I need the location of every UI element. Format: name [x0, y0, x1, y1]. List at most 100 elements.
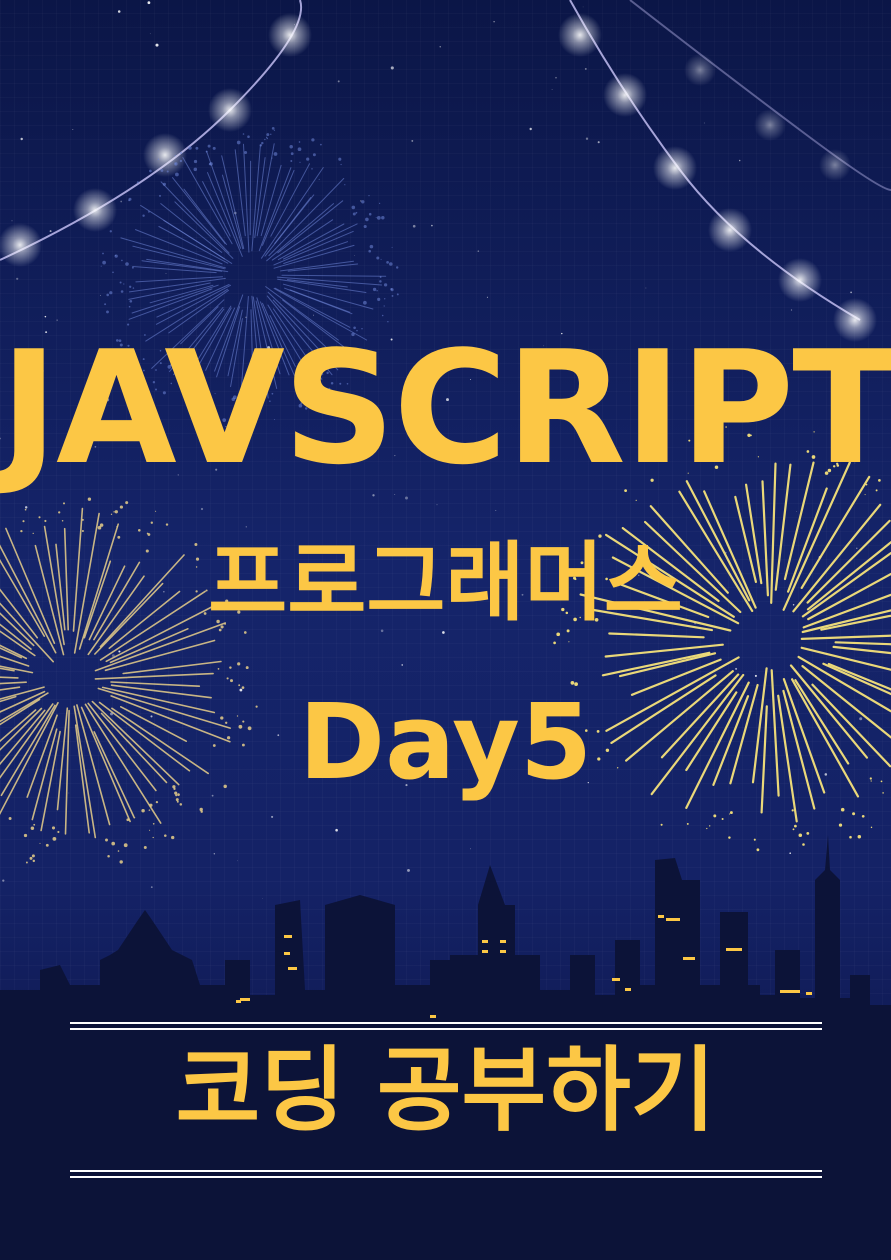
firework-spark [176, 800, 179, 803]
firework-spark [200, 810, 203, 813]
firework-spark [383, 283, 388, 287]
firework-ray [282, 283, 374, 310]
firework-spark [51, 826, 56, 830]
firework-spark [45, 843, 49, 847]
firework-spark [798, 833, 803, 838]
firework-spark [355, 211, 358, 214]
firework-spark [30, 826, 35, 830]
firework-spark [340, 163, 342, 166]
firework-spark [361, 200, 365, 204]
firework-spark [391, 294, 394, 297]
firework-spark [152, 822, 155, 825]
firework-spark [226, 677, 229, 680]
firework-spark [372, 287, 377, 292]
star [72, 129, 74, 130]
firework-spark [104, 303, 107, 306]
firework-ray [0, 676, 19, 679]
firework-spark [105, 838, 108, 842]
firework-spark [806, 831, 810, 835]
firework-spark [384, 298, 386, 300]
firework-spark [52, 837, 57, 841]
star [150, 886, 153, 888]
light-bulb [208, 88, 252, 132]
star [585, 137, 589, 140]
star [337, 80, 340, 83]
firework-spark [380, 258, 382, 260]
light-bulb [558, 13, 602, 57]
firework-spark [369, 244, 374, 249]
firework-spark [62, 502, 66, 505]
firework-spark [217, 668, 220, 670]
firework-spark [149, 829, 151, 831]
firework-spark [553, 641, 556, 645]
firework-spark [58, 511, 61, 514]
firework-spark [171, 835, 175, 840]
star [411, 139, 414, 142]
firework-spark [166, 170, 169, 173]
firework-spark [126, 818, 130, 822]
poster: JAVSCRIPT 프로그래머스 Day5 코딩 공부하기 [0, 0, 891, 1260]
firework-spark [379, 280, 382, 283]
firework-spark [32, 859, 36, 863]
firework-spark [157, 158, 160, 160]
star [2, 879, 5, 882]
firework-spark [230, 679, 233, 683]
firework-spark [241, 686, 245, 689]
firework-spark [706, 827, 708, 830]
firework-spark [102, 252, 104, 255]
firework-ray [280, 260, 354, 272]
firework-spark [164, 834, 167, 837]
firework-spark [311, 138, 315, 142]
firework-ray [160, 181, 230, 254]
star [120, 200, 123, 203]
firework-ray [110, 681, 201, 688]
firework-spark [379, 276, 382, 278]
firework-spark [142, 214, 145, 217]
firework-spark [116, 526, 118, 528]
firework-spark [271, 157, 273, 159]
firework-spark [365, 217, 369, 222]
firework-spark [149, 803, 153, 807]
firework-ray [834, 641, 891, 646]
star [354, 255, 355, 256]
firework-spark [8, 817, 12, 820]
firework-spark [112, 271, 114, 274]
firework-spark [119, 860, 123, 864]
firework-ray [243, 143, 250, 253]
firework-spark [38, 516, 41, 519]
firework-spark [794, 824, 797, 828]
star [24, 506, 28, 509]
star [149, 33, 151, 35]
firework-spark [383, 305, 385, 307]
light-bulb [819, 149, 851, 181]
firework-spark [838, 823, 843, 827]
firework-spark [61, 520, 64, 522]
firework-ray [156, 284, 230, 318]
star [493, 20, 495, 23]
firework-spark [870, 826, 873, 829]
firework-spark [117, 850, 120, 852]
star [147, 1, 151, 5]
firework-spark [81, 529, 84, 533]
star [597, 141, 600, 144]
firework-spark [376, 216, 381, 220]
string-lights [0, 0, 891, 321]
firework-spark [368, 249, 372, 253]
firework-spark [861, 814, 865, 818]
firework-ray [273, 244, 355, 269]
firework-spark [338, 157, 342, 161]
firework-spark [162, 182, 166, 186]
star [735, 667, 738, 670]
firework-spark [635, 499, 637, 501]
firework-spark [114, 254, 117, 257]
firework-spark [129, 299, 133, 303]
firework-spark [686, 822, 689, 825]
star [211, 794, 214, 797]
firework-spark [568, 641, 570, 643]
firework-spark [311, 168, 313, 170]
firework-spark [713, 814, 717, 818]
firework-spark [160, 169, 164, 172]
firework-spark [111, 841, 116, 846]
firework-spark [270, 133, 272, 135]
firework-spark [363, 300, 367, 305]
